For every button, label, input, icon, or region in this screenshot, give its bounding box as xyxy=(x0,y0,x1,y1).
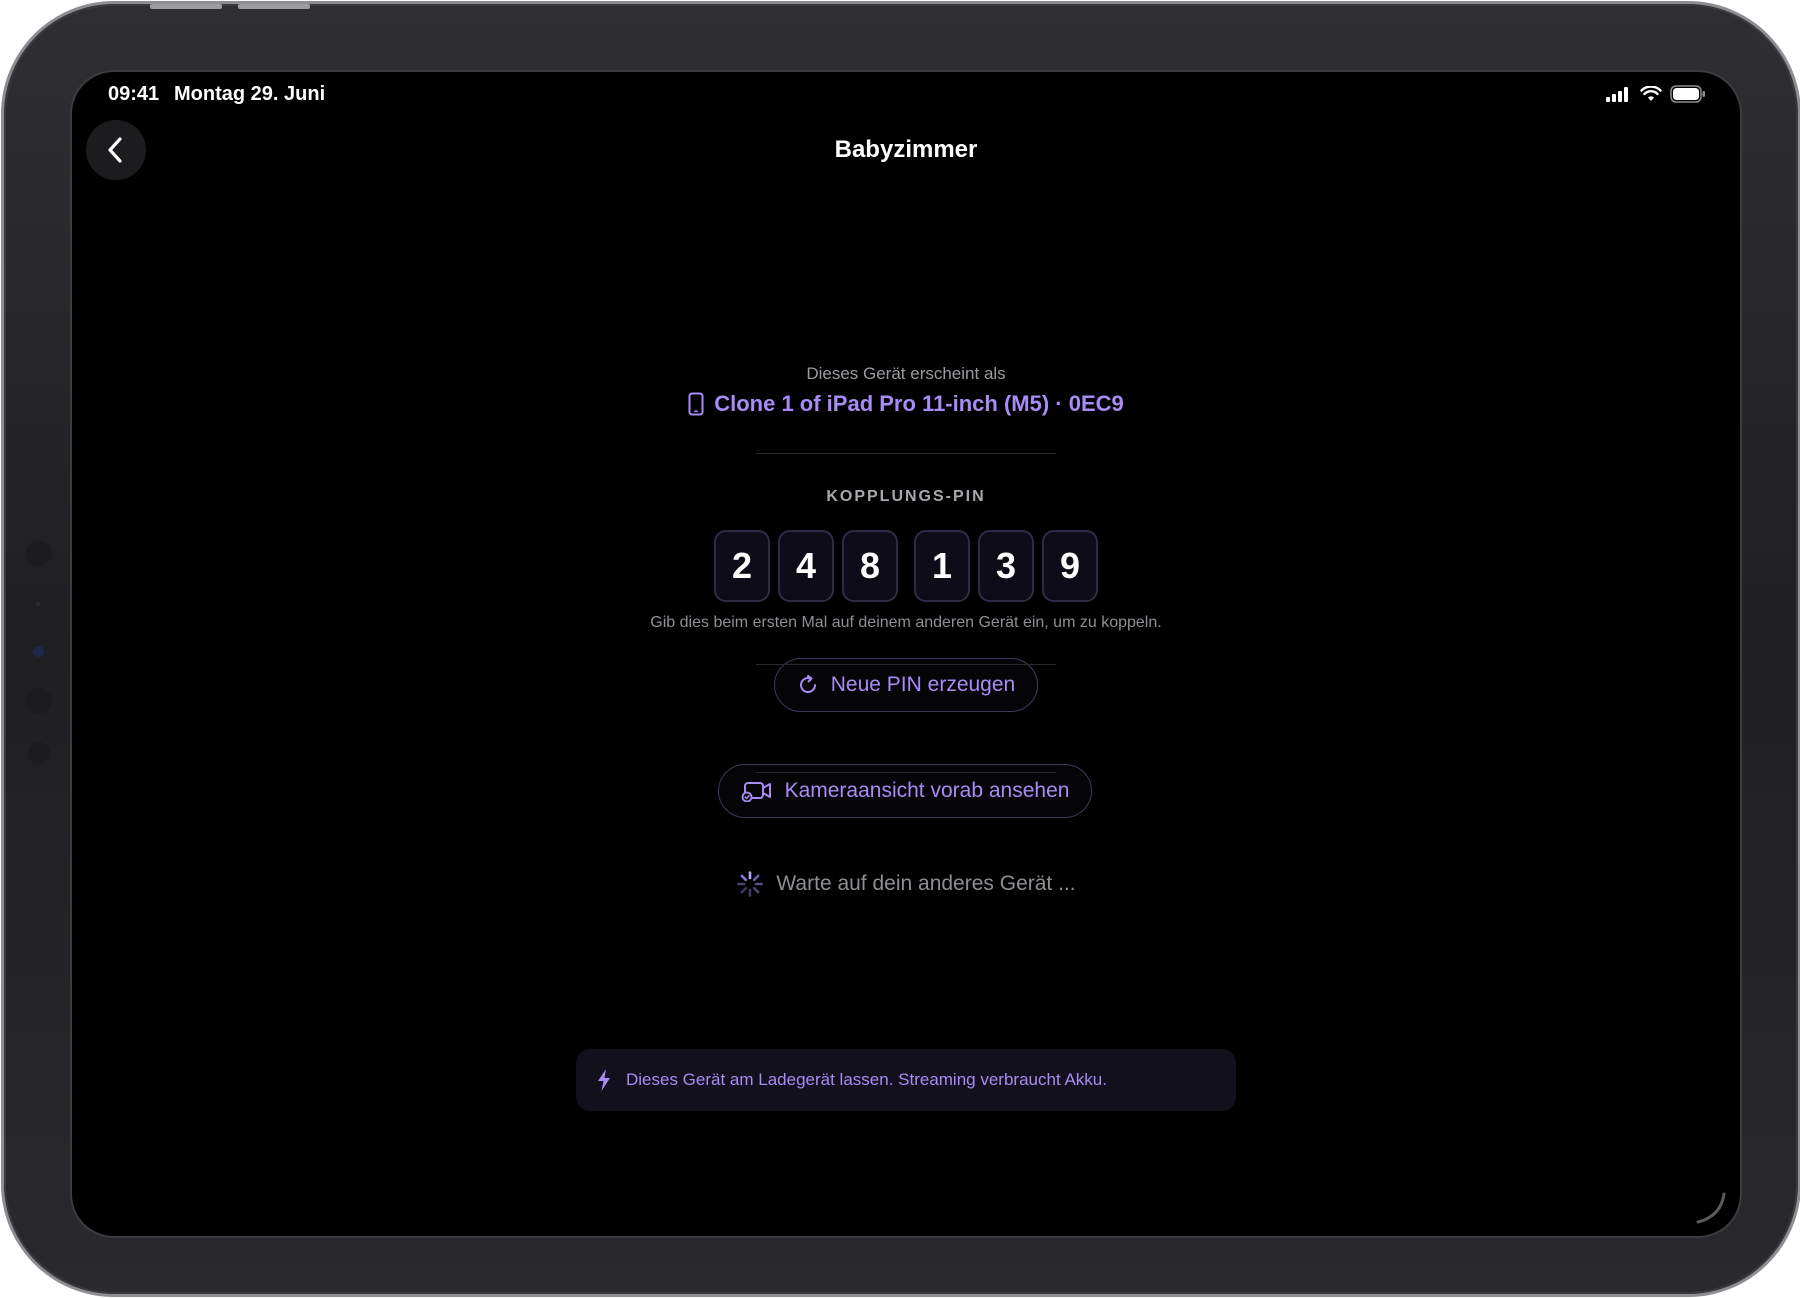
cellular-signal-icon xyxy=(1606,87,1628,102)
pin-digits: 2 4 8 1 3 9 xyxy=(72,530,1740,602)
top-button xyxy=(238,4,310,9)
device-appears-label: Dieses Gerät erscheint als xyxy=(806,364,1006,383)
pin-label: KOPPLUNGS-PIN xyxy=(826,488,986,505)
status-time: 09:41 xyxy=(108,83,160,105)
pin-digit: 9 xyxy=(1042,530,1098,602)
side-sensor xyxy=(26,688,52,714)
pin-digit: 3 xyxy=(978,530,1034,602)
battery-icon xyxy=(1670,85,1705,103)
ipad-frame: 09:41 Montag 29. Juni Babyzimmer Dieses … xyxy=(4,4,1798,1294)
pin-digit: 1 xyxy=(914,530,970,602)
front-camera xyxy=(33,646,44,657)
page-title: Babyzimmer xyxy=(834,136,978,163)
waiting-label: Warte auf dein anderes Gerät ... xyxy=(776,872,1076,895)
divider xyxy=(756,772,1056,773)
pin-hint: Gib dies beim ersten Mal auf deinem ande… xyxy=(650,614,1162,631)
pin-digit: 8 xyxy=(842,530,898,602)
screen: 09:41 Montag 29. Juni Babyzimmer Dieses … xyxy=(72,72,1740,1236)
charging-banner-text: Dieses Gerät am Ladegerät lassen. Stream… xyxy=(626,1070,1107,1089)
new-pin-button[interactable]: Neue PIN erzeugen xyxy=(774,658,1038,712)
divider xyxy=(756,664,1056,665)
pin-group-gap xyxy=(902,530,910,602)
tablet-icon xyxy=(688,392,704,416)
divider xyxy=(756,453,1056,454)
waiting-status: Warte auf dein anderes Gerät ... xyxy=(72,870,1740,898)
device-name-row: Clone 1 of iPad Pro 11-inch (M5) · 0EC9 xyxy=(72,391,1740,417)
camera-preview-label: Kameraansicht vorab ansehen xyxy=(784,779,1070,802)
top-button xyxy=(150,4,222,9)
status-icons xyxy=(1606,85,1706,103)
status-bar: 09:41 Montag 29. Juni xyxy=(72,72,1740,120)
spinner-icon xyxy=(737,871,764,897)
side-sensor xyxy=(26,540,52,566)
device-name: Clone 1 of iPad Pro 11-inch (M5) · 0EC9 xyxy=(714,391,1124,416)
pin-digit: 2 xyxy=(714,530,770,602)
refresh-icon xyxy=(799,675,816,694)
side-sensor xyxy=(28,742,50,764)
video-camera-icon xyxy=(741,782,771,802)
pin-digit: 4 xyxy=(778,530,834,602)
charging-banner: Dieses Gerät am Ladegerät lassen. Stream… xyxy=(576,1049,1236,1111)
new-pin-label: Neue PIN erzeugen xyxy=(830,673,1016,696)
bolt-icon xyxy=(598,1069,610,1091)
side-sensor xyxy=(36,602,40,606)
wifi-icon xyxy=(1640,86,1662,101)
corner-home-indicator xyxy=(1696,1192,1726,1224)
status-date: Montag 29. Juni xyxy=(174,83,326,105)
